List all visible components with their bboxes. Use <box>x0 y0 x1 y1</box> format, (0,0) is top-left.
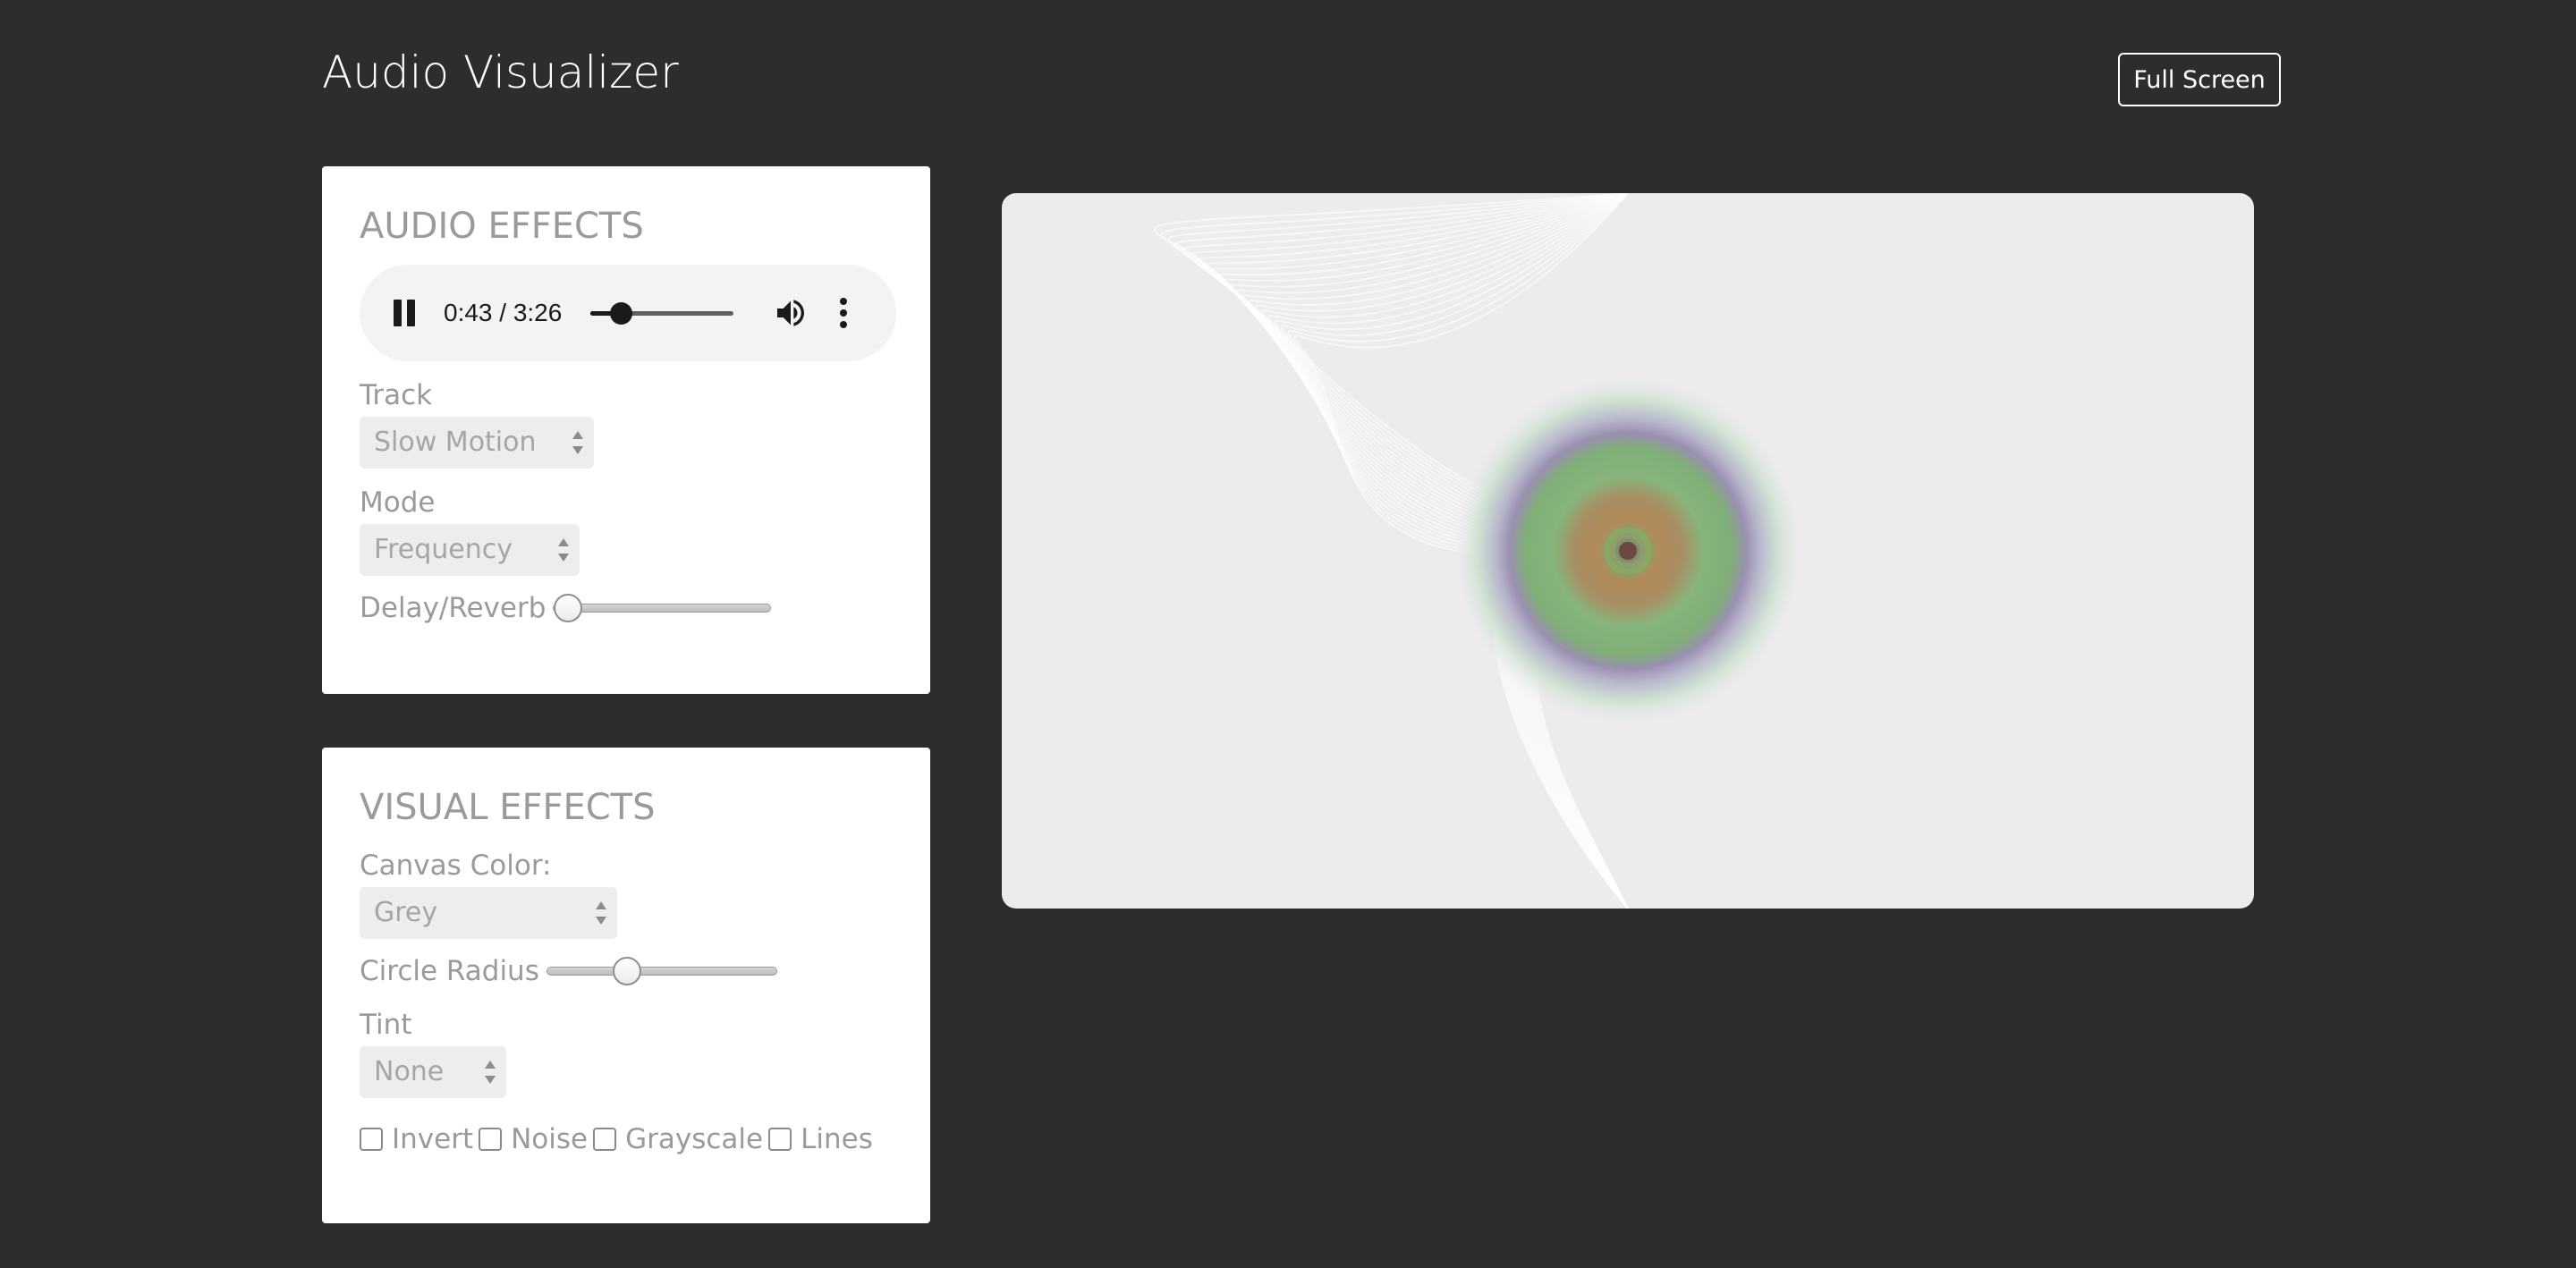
effects-checkboxes: Invert Noise Grayscale Lines <box>360 1121 893 1157</box>
checkbox-box[interactable] <box>768 1128 792 1151</box>
frequency-core <box>1619 542 1637 560</box>
audio-effects-heading: AUDIO EFFECTS <box>360 206 644 247</box>
pause-button[interactable] <box>388 297 420 329</box>
noise-checkbox[interactable]: Noise <box>479 1123 588 1155</box>
audio-effects-panel: AUDIO EFFECTS 0:43 / 3:26 Track Slow Mot… <box>322 166 930 694</box>
volume-button[interactable] <box>771 293 810 333</box>
select-arrows-icon <box>594 900 608 926</box>
circle-radius-thumb[interactable] <box>613 957 642 985</box>
select-arrows-icon <box>556 537 571 563</box>
mode-label: Mode <box>360 486 436 519</box>
more-options-button[interactable] <box>830 293 857 333</box>
select-arrows-icon <box>571 429 585 456</box>
checkbox-box[interactable] <box>593 1128 617 1151</box>
grayscale-checkbox[interactable]: Grayscale <box>593 1123 763 1155</box>
seek-thumb[interactable] <box>609 301 632 325</box>
canvas-color-select-value: Grey <box>374 897 438 928</box>
track-select-value: Slow Motion <box>374 427 537 458</box>
audio-player: 0:43 / 3:26 <box>360 265 896 361</box>
checkbox-box[interactable] <box>360 1128 383 1151</box>
track-select[interactable]: Slow Motion <box>360 417 594 469</box>
volume-icon <box>777 300 805 326</box>
tint-select-value: None <box>374 1056 445 1087</box>
seek-slider[interactable] <box>590 301 734 325</box>
tint-select[interactable]: None <box>360 1046 506 1098</box>
delay-reverb-thumb[interactable] <box>554 594 583 622</box>
lines-checkbox[interactable]: Lines <box>768 1123 873 1155</box>
pause-icon <box>391 300 418 326</box>
visual-effects-heading: VISUAL EFFECTS <box>360 787 656 828</box>
circle-radius-label: Circle Radius <box>360 955 539 987</box>
invert-checkbox[interactable]: Invert <box>360 1123 473 1155</box>
lines-checkbox-label: Lines <box>801 1123 873 1155</box>
delay-reverb-slider[interactable] <box>553 594 772 622</box>
app-title: Audio Visualizer <box>322 46 679 98</box>
track-label: Track <box>360 379 433 411</box>
circle-radius-slider[interactable] <box>546 957 777 985</box>
visual-effects-panel: VISUAL EFFECTS Canvas Color: Grey Circle… <box>322 748 930 1223</box>
checkbox-box[interactable] <box>479 1128 503 1151</box>
grayscale-checkbox-label: Grayscale <box>625 1123 764 1155</box>
mode-select[interactable]: Frequency <box>360 524 580 576</box>
delay-reverb-row: Delay/Reverb <box>360 588 893 628</box>
canvas-color-select[interactable]: Grey <box>360 887 617 939</box>
invert-checkbox-label: Invert <box>392 1123 474 1155</box>
mode-select-value: Frequency <box>374 534 513 565</box>
more-vert-icon <box>840 298 848 328</box>
noise-checkbox-label: Noise <box>511 1123 589 1155</box>
circle-radius-row: Circle Radius <box>360 951 893 991</box>
fullscreen-button[interactable]: Full Screen <box>2118 53 2281 106</box>
canvas-color-label: Canvas Color: <box>360 850 552 882</box>
select-arrows-icon <box>483 1059 497 1086</box>
visualizer-canvas <box>1002 193 2254 909</box>
visualizer-graphic <box>1153 193 1807 909</box>
delay-reverb-label: Delay/Reverb <box>360 592 547 624</box>
time-display: 0:43 / 3:26 <box>444 299 563 326</box>
tint-label: Tint <box>360 1009 412 1041</box>
